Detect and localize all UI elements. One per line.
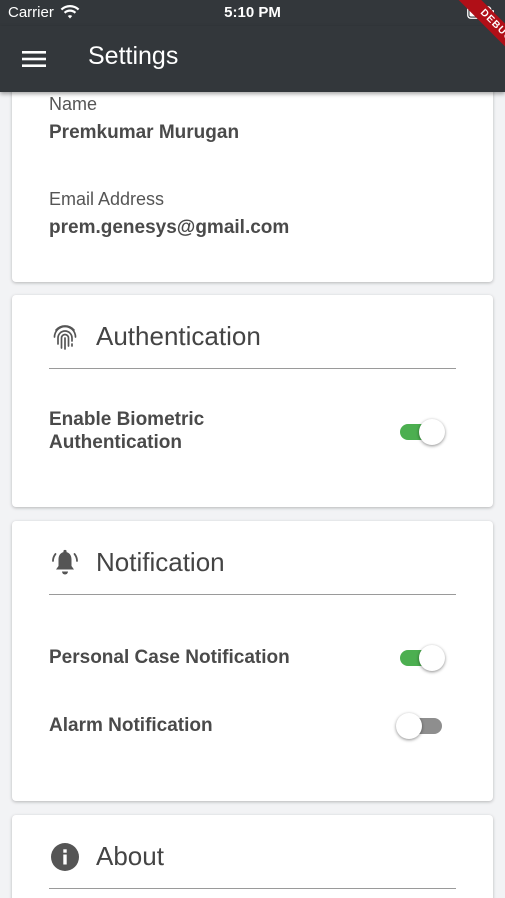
about-title: About	[96, 841, 164, 871]
name-label: Name	[49, 94, 98, 114]
alarm-notification-label: Alarm Notification	[49, 715, 213, 736]
authentication-card: Authentication Enable Biometric Authenti…	[12, 295, 493, 507]
email-value: prem.genesys@gmail.com	[49, 217, 290, 238]
fingerprint-icon	[53, 325, 77, 350]
biometric-toggle-knob	[419, 419, 445, 445]
alarm-toggle-knob	[396, 713, 422, 739]
personal-case-notification-toggle[interactable]	[400, 645, 445, 671]
app-bar: Settings	[0, 26, 505, 92]
page-title: Settings	[88, 42, 179, 70]
notification-divider	[49, 594, 456, 595]
authentication-divider	[49, 368, 456, 369]
alarm-notification-toggle[interactable]	[396, 713, 444, 739]
about-divider	[49, 888, 456, 889]
settings-content[interactable]: Name Premkumar Murugan Email Address pre…	[0, 92, 505, 898]
hamburger-menu-icon[interactable]	[22, 49, 46, 69]
about-card[interactable]: About	[12, 815, 493, 898]
notification-title: Notification	[96, 547, 225, 577]
biometric-toggle[interactable]	[400, 419, 445, 445]
personal-case-toggle-knob	[419, 645, 445, 671]
name-value: Premkumar Murugan	[49, 122, 240, 143]
notification-card: Notification Personal Case Notification …	[12, 521, 493, 801]
bell-icon	[52, 549, 78, 575]
personal-case-notification-label: Personal Case Notification	[49, 647, 290, 668]
battery-icon	[467, 6, 494, 19]
status-time: 5:10 PM	[224, 4, 281, 21]
status-bar: Carrier 5:10 PM	[0, 0, 505, 26]
biometric-setting-label: Enable Biometric Authentication	[49, 409, 205, 453]
authentication-title: Authentication	[96, 321, 261, 351]
email-label: Email Address	[49, 189, 165, 209]
info-icon	[51, 843, 79, 871]
profile-card: Name Premkumar Murugan Email Address pre…	[12, 92, 493, 282]
